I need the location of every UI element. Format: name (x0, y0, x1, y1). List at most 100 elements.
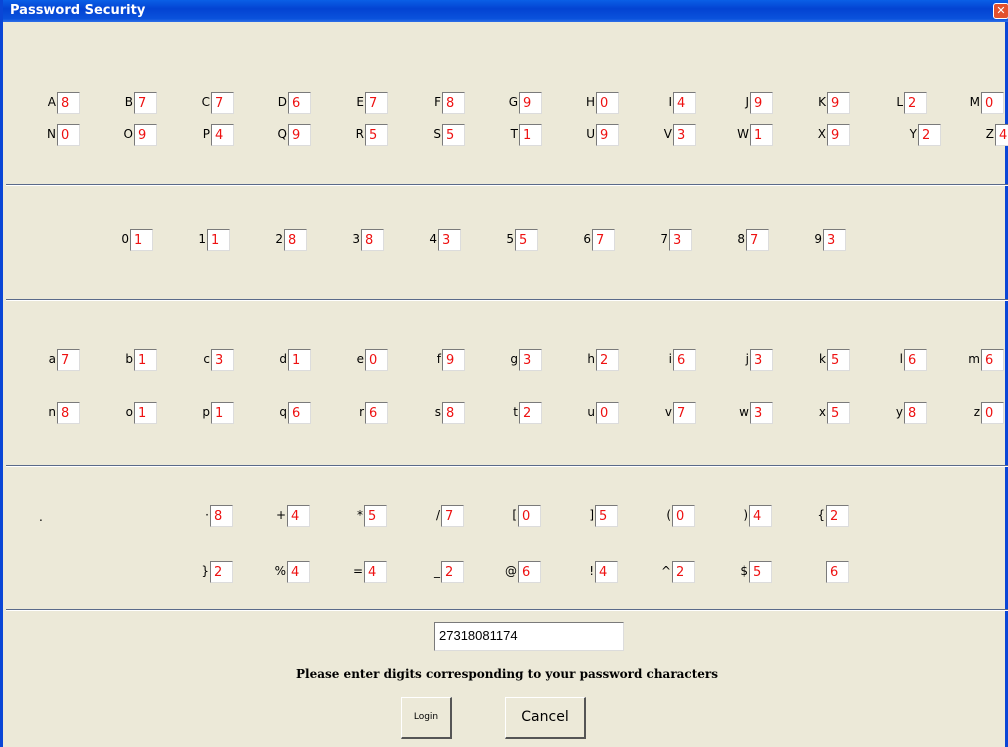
char-cell-symbols: % 4 (275, 561, 310, 583)
char-label: B (124, 95, 133, 109)
char-digit-field: 3 (669, 229, 692, 251)
char-label: C (201, 95, 210, 109)
char-label: M (969, 95, 980, 109)
char-label: W (737, 127, 749, 141)
char-label: 6 (583, 232, 591, 246)
char-label: k (819, 352, 826, 366)
char-cell-uppercase: S5 (433, 124, 465, 146)
char-cell-uppercase: L2 (896, 92, 927, 114)
char-digit-field: 5 (364, 505, 387, 527)
char-cell-digits: 01 (121, 229, 153, 251)
char-cell-uppercase: E7 (356, 92, 388, 114)
char-label: t (513, 405, 518, 419)
char-label: O (123, 127, 133, 141)
char-digit-field: 9 (827, 124, 850, 146)
char-digit-field: 7 (673, 402, 696, 424)
char-label: / (435, 508, 440, 522)
char-digit-field: 5 (749, 561, 772, 583)
char-label: e (356, 352, 364, 366)
char-digit-field: 4 (595, 561, 618, 583)
char-label: E (356, 95, 364, 109)
char-label: c (203, 352, 210, 366)
char-cell-lowercase: l6 (900, 349, 927, 371)
char-label: 9 (814, 232, 822, 246)
char-cell-symbols: ! 4 (589, 561, 618, 583)
char-cell-digits: 38 (352, 229, 384, 251)
char-cell-lowercase: u0 (587, 402, 619, 424)
char-label: l (899, 352, 903, 366)
char-digit-field: 8 (442, 402, 465, 424)
char-digit-field: 2 (596, 349, 619, 371)
char-label: 4 (429, 232, 437, 246)
char-cell-symbols: @6 (505, 561, 541, 583)
char-label: q (279, 405, 287, 419)
char-digit-field: 1 (130, 229, 153, 251)
char-cell-symbols: (0 (666, 505, 695, 527)
char-cell-uppercase: N0 (47, 124, 80, 146)
char-cell-uppercase: F8 (434, 92, 465, 114)
char-cell-uppercase: J9 (745, 92, 773, 114)
char-label: f (436, 352, 441, 366)
char-digit-field: 6 (673, 349, 696, 371)
char-label: h (587, 352, 595, 366)
char-digit-field: 8 (284, 229, 307, 251)
char-label: 0 (121, 232, 129, 246)
char-digit-field: 7 (592, 229, 615, 251)
char-label: ) (743, 508, 748, 522)
char-cell-digits: 11 (198, 229, 230, 251)
char-label: y (895, 405, 903, 419)
char-cell-lowercase: q6 (279, 402, 311, 424)
cancel-button[interactable]: Cancel (505, 697, 586, 739)
char-cell-digits: 55 (506, 229, 538, 251)
char-cell-symbols: /7 (436, 505, 464, 527)
char-label: g (510, 352, 518, 366)
char-label: 8 (737, 232, 745, 246)
char-digit-field: 9 (442, 349, 465, 371)
window-title: Password Security (10, 3, 146, 18)
char-digit-field: 3 (673, 124, 696, 146)
char-label: { (817, 508, 825, 522)
char-label: u (587, 405, 595, 419)
char-cell-lowercase: y8 (896, 402, 927, 424)
char-cell-symbols: 6 (826, 561, 849, 583)
char-digit-field: 0 (57, 124, 80, 146)
char-digit-field: 2 (904, 92, 927, 114)
char-cell-uppercase: G9 (509, 92, 542, 114)
char-cell-uppercase: M0 (970, 92, 1004, 114)
char-label: D (277, 95, 287, 109)
char-cell-uppercase: R5 (356, 124, 388, 146)
char-digit-field: 8 (57, 402, 80, 424)
char-label: V (663, 127, 672, 141)
char-digit-field: 1 (134, 402, 157, 424)
char-digit-field: 4 (995, 124, 1008, 146)
char-cell-uppercase: T1 (511, 124, 542, 146)
char-cell-uppercase: D6 (278, 92, 311, 114)
separator (6, 609, 1008, 611)
login-button[interactable]: Login (401, 697, 452, 739)
close-icon[interactable]: ✕ (993, 3, 1008, 19)
char-digit-field: 3 (750, 402, 773, 424)
char-digit-field: 6 (365, 402, 388, 424)
char-digit-field: 7 (134, 92, 157, 114)
char-cell-symbols: +4 (276, 505, 310, 527)
char-label: Z (985, 127, 994, 141)
char-label: @ (505, 564, 517, 578)
char-digit-field: 9 (596, 124, 619, 146)
char-cell-symbols: $5 (740, 561, 772, 583)
char-digit-field: 0 (518, 505, 541, 527)
char-digit-field: 5 (365, 124, 388, 146)
password-digits-input[interactable]: 27318081174 (434, 622, 624, 651)
char-digit-field: 2 (519, 402, 542, 424)
char-cell-lowercase: g3 (510, 349, 542, 371)
char-digit-field: 8 (904, 402, 927, 424)
char-cell-lowercase: o1 (126, 402, 157, 424)
char-digit-field: 4 (364, 561, 387, 583)
char-cell-uppercase: X9 (818, 124, 850, 146)
char-label: ( (666, 508, 671, 522)
char-digit-field: 9 (519, 92, 542, 114)
char-digit-field: 5 (515, 229, 538, 251)
char-cell-uppercase: C7 (202, 92, 234, 114)
char-cell-uppercase: Z4 (986, 124, 1008, 146)
char-cell-uppercase: O9 (124, 124, 157, 146)
char-cell-uppercase: Q9 (278, 124, 311, 146)
